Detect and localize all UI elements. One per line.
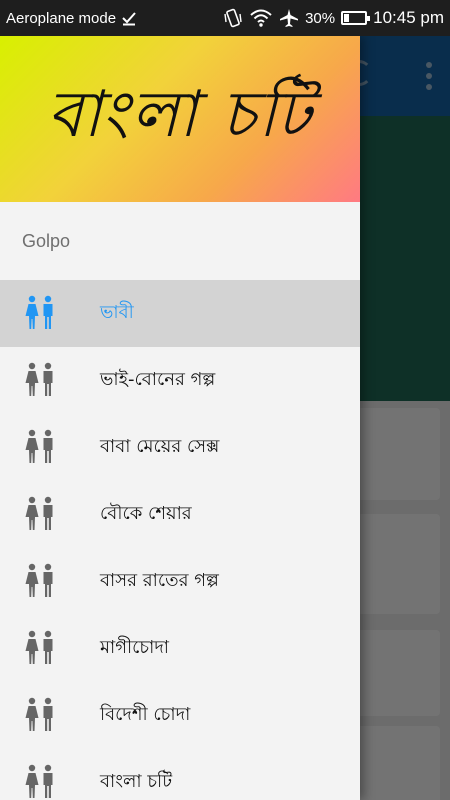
status-bar: Aeroplane mode 30% 10:45 pm <box>0 0 450 36</box>
drawer-item-1[interactable]: ভাবী <box>0 280 360 347</box>
drawer-item-3[interactable]: বাবা মেয়ের সেক্স <box>0 414 360 481</box>
clock: 10:45 pm <box>373 8 444 27</box>
drawer-item-2[interactable]: ভাই-বোনের গল্প <box>0 347 360 414</box>
drawer-header: বাংলা চটি <box>0 36 360 202</box>
drawer-item-label: বাংলা চটি <box>100 771 173 792</box>
status-right: 30% 10:45 pm <box>223 8 450 28</box>
drawer-item-label: ভাই-বোনের গল্প <box>100 369 216 390</box>
drawer-item-8[interactable]: বাংলা চটি <box>0 749 360 800</box>
wifi-icon <box>250 9 272 27</box>
drawer-item-label: ভাবী <box>100 302 134 323</box>
battery-icon <box>341 11 371 25</box>
drawer-item-label: বৌকে শেয়ার <box>100 503 192 524</box>
drawer-item-label: বাবা মেয়ের সেক্স <box>100 436 220 457</box>
couple-icon <box>25 630 53 664</box>
mode-label: Aeroplane mode <box>6 9 117 27</box>
drawer-menu: ভাবী ভাই-বোনের গল্প বাবা মেয়ের সেক্স বৌ… <box>0 280 360 800</box>
couple-icon <box>25 429 53 463</box>
couple-icon <box>25 697 53 731</box>
drawer-item-label: বিদেশী চোদা <box>100 704 191 725</box>
battery-percent: 30% <box>305 9 336 27</box>
drawer-item-6[interactable]: মাগীচোদা <box>0 615 360 682</box>
drawer-item-5[interactable]: বাসর রাতের গল্প <box>0 548 360 615</box>
drawer-item-label: মাগীচোদা <box>100 637 170 658</box>
couple-icon <box>25 764 53 798</box>
airplane-icon <box>280 9 299 27</box>
vibrate-icon <box>224 8 242 28</box>
couple-icon <box>25 362 53 396</box>
drawer-header-title: বাংলা চটি <box>46 77 314 152</box>
couple-icon <box>25 496 53 530</box>
download-done-icon <box>122 12 136 26</box>
couple-icon <box>25 295 53 329</box>
drawer-item-7[interactable]: বিদেশী চোদা <box>0 682 360 749</box>
status-left: Aeroplane mode <box>0 10 137 27</box>
drawer-item-4[interactable]: বৌকে শেয়ার <box>0 481 360 548</box>
couple-icon <box>25 563 53 597</box>
drawer-item-label: বাসর রাতের গল্প <box>100 570 219 591</box>
section-label: Golpo <box>22 230 71 251</box>
navigation-drawer: বাংলা চটি Golpo ভাবী ভাই-বোনের গল্প বাবা… <box>0 36 360 800</box>
